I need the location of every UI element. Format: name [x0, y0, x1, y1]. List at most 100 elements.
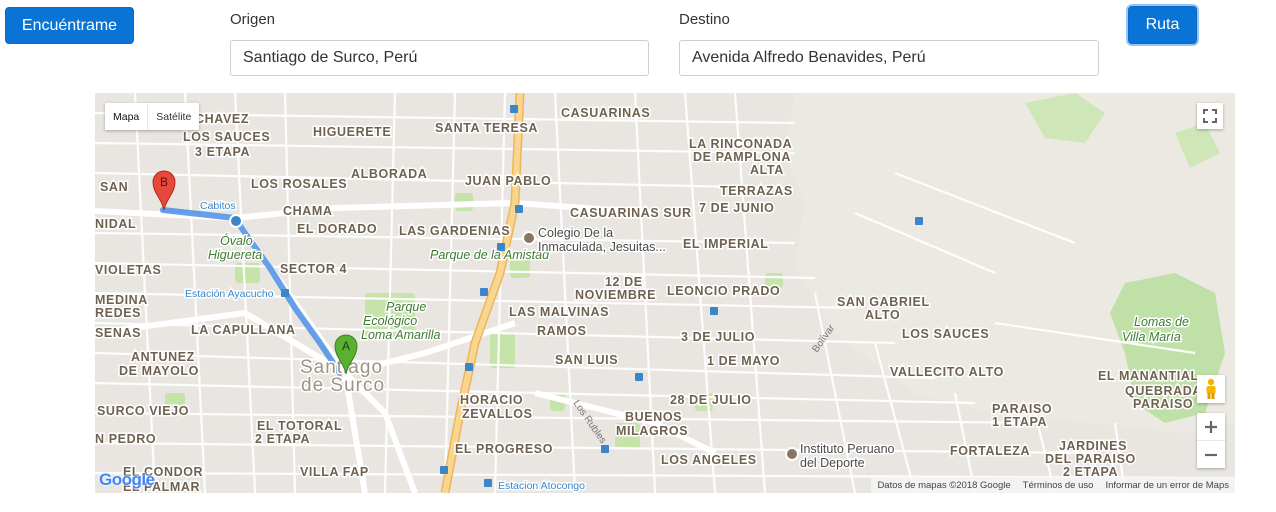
- route-button[interactable]: Ruta: [1128, 6, 1197, 44]
- district-label: JUAN PABLO: [465, 174, 551, 188]
- district-label: SAN: [100, 180, 128, 194]
- pegman-icon: [1206, 378, 1216, 399]
- map-data-credit: Datos de mapas ©2018 Google: [877, 479, 1011, 491]
- road-label: Los Rubles: [571, 398, 609, 445]
- fullscreen-icon: [1203, 109, 1217, 123]
- district-label: SAN LUIS: [555, 353, 618, 367]
- district-label: ALBORADA: [351, 167, 427, 181]
- district-label: LOS SAUCES: [183, 130, 270, 144]
- district-label: CASUARINAS SUR: [570, 206, 692, 220]
- district-label: ALTO: [865, 308, 900, 322]
- district-label: NIDAL: [95, 217, 136, 231]
- park-label: Ecológico: [363, 314, 417, 328]
- district-label: PARAISO: [1133, 397, 1193, 411]
- district-label: ALTA: [750, 163, 784, 177]
- district-label: RAMOS: [537, 324, 587, 338]
- district-label: LA CAPULLANA: [191, 323, 296, 337]
- park-label: Villa María: [1122, 330, 1181, 344]
- park-label: Loma Amarilla: [361, 328, 440, 342]
- origin-input[interactable]: Santiago de Surco, Perú: [230, 40, 649, 76]
- district-label: 2 ETAPA: [255, 432, 310, 446]
- poi-label: Instituto Peruano: [800, 442, 895, 456]
- zoom-out-button[interactable]: [1197, 441, 1225, 468]
- district-label: QUEBRADA: [1125, 384, 1202, 398]
- fullscreen-button[interactable]: [1197, 103, 1223, 129]
- district-label: LOS ANGELES: [661, 453, 757, 467]
- district-label: VALLECITO ALTO: [890, 365, 1004, 379]
- park-label: Óvalo: [220, 233, 253, 248]
- minus-icon: [1205, 453, 1217, 456]
- district-label: LAS GARDENIAS: [399, 224, 510, 238]
- report-error-link[interactable]: Informar de un error de Maps: [1099, 480, 1235, 491]
- district-label: REDES: [95, 306, 141, 320]
- district-label: NOVIEMBRE: [575, 288, 656, 302]
- district-label: EL DORADO: [297, 222, 377, 236]
- map-labels: CHAVEZ LOS SAUCES 3 ETAPA HIGUERETE SANT…: [95, 105, 1203, 494]
- destination-label: Destino: [679, 11, 730, 28]
- district-label: 1 DE MAYO: [707, 354, 780, 368]
- district-label: TERRAZAS: [720, 184, 793, 198]
- park-label: Lomas de: [1134, 315, 1189, 329]
- district-label: CHAVEZ: [195, 112, 249, 126]
- park-label: Parque: [386, 300, 426, 314]
- marker-a-icon[interactable]: A: [333, 333, 359, 375]
- district-label: 1 ETAPA: [992, 415, 1047, 429]
- district-label: LEONCIO PRADO: [667, 284, 780, 298]
- district-label: HORACIO: [460, 393, 523, 407]
- district-label: VILLA FAP: [300, 465, 369, 479]
- district-label: VIOLETAS: [95, 263, 161, 277]
- district-label: LOS ROSALES: [251, 177, 347, 191]
- district-label: LOS SAUCES: [902, 327, 989, 341]
- district-label: 3 DE JULIO: [681, 330, 755, 344]
- district-label: 7 DE JUNIO: [699, 201, 774, 215]
- district-label: ZEVALLOS: [462, 407, 533, 421]
- district-label: N PEDRO: [95, 432, 156, 446]
- district-label: BUENOS: [625, 410, 682, 424]
- street-view-button[interactable]: [1197, 375, 1225, 403]
- zoom-control: [1197, 413, 1225, 468]
- plus-icon: [1205, 420, 1217, 433]
- find-me-button[interactable]: Encuéntrame: [5, 7, 134, 44]
- transit-label: Cabitos: [200, 200, 236, 212]
- district-label: LAS MALVINAS: [509, 305, 609, 319]
- park-label: Parque de la Amistad: [430, 248, 550, 262]
- origin-label: Origen: [230, 11, 276, 28]
- district-label: EL TOTORAL: [257, 419, 342, 433]
- district-label: CHAMA: [283, 204, 333, 218]
- transit-label: Estación Ayacucho: [185, 288, 274, 300]
- map-type-map[interactable]: Mapa: [105, 103, 149, 130]
- district-label: LA RINCONADA: [689, 137, 792, 151]
- district-label: EL IMPERIAL: [683, 237, 769, 251]
- district-label: SAN GABRIEL: [837, 295, 930, 309]
- district-label: FORTALEZA: [950, 444, 1030, 458]
- road-label: Bolívar: [810, 322, 837, 354]
- district-label: PARAISO: [992, 402, 1052, 416]
- map-attribution: Datos de mapas ©2018 Google Términos de …: [871, 477, 1235, 493]
- district-label: SURCO VIEJO: [97, 404, 189, 418]
- district-label: MILAGROS: [616, 424, 688, 438]
- district-label: SENAS: [95, 326, 141, 340]
- district-label: 28 DE JULIO: [670, 393, 752, 407]
- terms-link[interactable]: Términos de uso: [1017, 480, 1100, 491]
- poi-label: del Deporte: [800, 456, 865, 470]
- district-label: MEDINA: [95, 293, 148, 307]
- google-logo: Google: [99, 470, 155, 489]
- marker-b-label: B: [160, 175, 168, 189]
- marker-a-label: A: [342, 339, 350, 353]
- district-label: SECTOR 4: [280, 262, 347, 276]
- district-label: ANTUNEZ: [131, 350, 195, 364]
- district-label: EL PROGRESO: [455, 442, 553, 456]
- poi-label: Inmaculada, Jesuitas...: [538, 240, 666, 254]
- map-type-control: Mapa Satélite: [105, 103, 200, 130]
- destination-input[interactable]: Avenida Alfredo Benavides, Perú: [679, 40, 1099, 76]
- district-label: SANTA TERESA: [435, 121, 538, 135]
- district-label: JARDINES: [1059, 439, 1127, 453]
- poi-label: Colegio De la: [538, 226, 613, 240]
- district-label: DEL PARAISO: [1045, 452, 1136, 466]
- map-canvas[interactable]: CHAVEZ LOS SAUCES 3 ETAPA HIGUERETE SANT…: [95, 93, 1235, 493]
- zoom-in-button[interactable]: [1197, 413, 1225, 441]
- map-type-satellite[interactable]: Satélite: [148, 103, 199, 130]
- district-label: 3 ETAPA: [195, 145, 250, 159]
- marker-b-icon[interactable]: B: [151, 169, 177, 211]
- district-label: DE PAMPLONA: [693, 150, 791, 164]
